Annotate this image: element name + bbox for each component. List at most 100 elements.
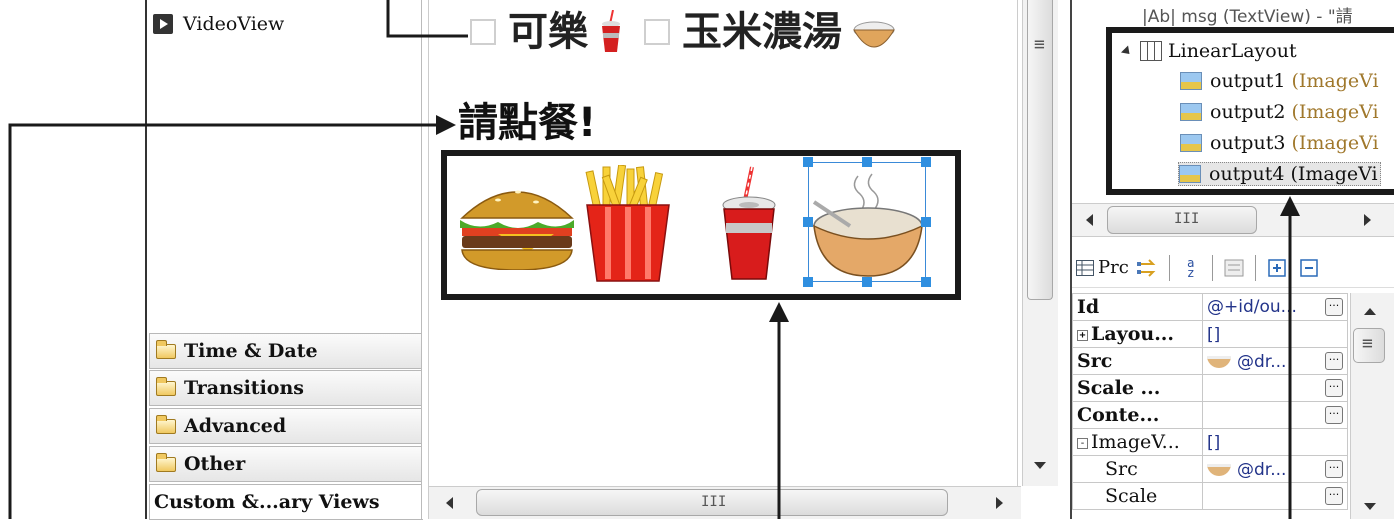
resize-handle[interactable] bbox=[803, 157, 813, 167]
canvas-horizontal-scroll-thumb[interactable]: III bbox=[476, 489, 948, 516]
properties-tab-label: Prc bbox=[1098, 257, 1129, 278]
tree-item-id: output2 bbox=[1210, 101, 1286, 123]
palette-category-advanced[interactable]: Advanced bbox=[149, 408, 423, 444]
palette-item-label: VideoView bbox=[183, 13, 285, 35]
category-label: Custom &...ary Views bbox=[154, 491, 380, 513]
scroll-right-arrow-icon[interactable] bbox=[996, 497, 1003, 509]
imageview-icon bbox=[1180, 103, 1202, 121]
palette-item-videoview[interactable]: VideoView bbox=[153, 13, 284, 35]
tree-item-linearlayout[interactable]: LinearLayout bbox=[1120, 40, 1297, 62]
palette-category-custom-views[interactable]: Custom &...ary Views bbox=[149, 484, 423, 520]
cola-cup-icon[interactable] bbox=[718, 165, 780, 283]
property-value[interactable]: @dr... bbox=[1237, 460, 1286, 480]
resize-handle[interactable] bbox=[862, 277, 872, 287]
properties-tab[interactable]: Prc bbox=[1076, 254, 1129, 282]
toolbar-separator bbox=[1168, 254, 1170, 281]
cola-checkbox[interactable] bbox=[470, 19, 496, 45]
arrows-icon bbox=[1136, 258, 1156, 277]
resize-handle[interactable] bbox=[921, 217, 931, 227]
property-key: Layou... bbox=[1091, 323, 1175, 345]
folder-icon bbox=[156, 452, 176, 472]
scroll-left-arrow-icon[interactable] bbox=[1086, 214, 1093, 226]
canvas-vertical-scroll-thumb[interactable]: ≡ bbox=[1027, 0, 1053, 300]
property-value[interactable]: @+id/ou... bbox=[1207, 297, 1297, 317]
advanced-button[interactable] bbox=[1221, 254, 1247, 282]
tree-item-output2[interactable]: output2 (ImageVi bbox=[1180, 101, 1379, 123]
tree-item-output3[interactable]: output3 (ImageVi bbox=[1180, 132, 1379, 154]
properties-vertical-scroll-thumb[interactable]: ≡ bbox=[1353, 328, 1385, 363]
edit-value-button[interactable]: ··· bbox=[1325, 352, 1343, 370]
edit-value-button[interactable]: ··· bbox=[1325, 487, 1343, 505]
hamburger-icon[interactable] bbox=[458, 178, 576, 270]
edit-value-button[interactable]: ··· bbox=[1325, 460, 1343, 478]
palette-category-time-date[interactable]: Time & Date bbox=[149, 333, 423, 369]
collapse-icon[interactable]: - bbox=[1077, 437, 1088, 449]
edit-value-button[interactable]: ··· bbox=[1325, 298, 1343, 316]
scroll-up-arrow-icon[interactable] bbox=[1364, 308, 1376, 315]
tree-item-id: output1 bbox=[1210, 70, 1286, 92]
tree-item-type: (ImageVi bbox=[1291, 132, 1379, 154]
category-label: Advanced bbox=[184, 415, 287, 437]
property-row-imageview-src[interactable]: Src @dr... ··· bbox=[1072, 455, 1348, 483]
tree-item-output4[interactable]: output4 (ImageVi bbox=[1178, 162, 1381, 186]
property-key: Conte... bbox=[1072, 401, 1203, 429]
outline-tree: LinearLayout output1 (ImageVi output2 (I… bbox=[1106, 27, 1394, 195]
resize-handle[interactable] bbox=[921, 157, 931, 167]
property-row-imageview-group[interactable]: - ImageV... [] bbox=[1072, 428, 1348, 456]
soup-bowl-icon bbox=[1207, 464, 1231, 476]
expand-all-icon bbox=[1268, 258, 1286, 277]
tree-item-type: (ImageVi bbox=[1291, 101, 1379, 123]
resize-handle[interactable] bbox=[803, 277, 813, 287]
property-row-imageview-scale[interactable]: Scale ··· bbox=[1072, 482, 1348, 510]
scroll-grip: ≡ bbox=[1034, 34, 1045, 55]
checkbox-row: 可樂 玉米濃湯 bbox=[470, 10, 896, 54]
property-value[interactable]: @dr... bbox=[1237, 352, 1286, 372]
edit-value-button[interactable]: ··· bbox=[1325, 379, 1343, 397]
palette-category-transitions[interactable]: Transitions bbox=[149, 370, 423, 406]
folder-icon bbox=[156, 339, 176, 359]
selected-imageview-outline[interactable] bbox=[803, 157, 931, 287]
resize-handle[interactable] bbox=[862, 157, 872, 167]
properties-toolbar: Prc a z bbox=[1072, 248, 1394, 288]
expand-all-button[interactable] bbox=[1264, 254, 1290, 282]
property-row-scale-type[interactable]: Scale ... ··· bbox=[1072, 374, 1348, 402]
property-value[interactable]: [] bbox=[1207, 325, 1220, 345]
palette-category-other[interactable]: Other bbox=[149, 446, 423, 482]
scroll-grip: III bbox=[701, 494, 727, 510]
tree-item-id: output3 bbox=[1210, 132, 1286, 154]
category-label: Other bbox=[184, 453, 246, 475]
collapse-all-button[interactable] bbox=[1296, 254, 1322, 282]
outline-horizontal-scroll-thumb[interactable]: III bbox=[1107, 206, 1257, 234]
property-value[interactable]: [] bbox=[1207, 433, 1220, 453]
french-fries-icon[interactable] bbox=[583, 165, 673, 283]
tree-item-output1[interactable]: output1 (ImageVi bbox=[1180, 70, 1379, 92]
properties-table-icon bbox=[1076, 259, 1094, 276]
property-key: Id bbox=[1072, 293, 1203, 321]
outline-partial-row[interactable]: |Ab| msg (TextView) - "請 bbox=[1142, 2, 1353, 27]
scroll-down-arrow-icon[interactable] bbox=[1364, 503, 1376, 510]
show-categories-button[interactable] bbox=[1135, 254, 1161, 282]
property-row-src[interactable]: Src @dr... ··· bbox=[1072, 347, 1348, 375]
property-row-content-description[interactable]: Conte... ··· bbox=[1072, 401, 1348, 429]
scroll-down-arrow-icon[interactable] bbox=[1034, 462, 1046, 469]
resize-handle[interactable] bbox=[803, 217, 813, 227]
resize-handle[interactable] bbox=[921, 277, 931, 287]
toolbar-separator bbox=[1211, 254, 1213, 281]
sort-az-icon: a z bbox=[1187, 255, 1195, 280]
tree-item-label: LinearLayout bbox=[1168, 40, 1297, 62]
scroll-right-arrow-icon[interactable] bbox=[1364, 214, 1371, 226]
corn-soup-checkbox[interactable] bbox=[644, 19, 670, 45]
collapse-arrow-icon[interactable] bbox=[1120, 44, 1134, 58]
properties-vertical-scrollbar[interactable] bbox=[1350, 293, 1394, 519]
property-row-id[interactable]: Id @+id/ou... ··· bbox=[1072, 293, 1348, 321]
sort-button[interactable]: a z bbox=[1178, 254, 1204, 282]
edit-value-button[interactable]: ··· bbox=[1325, 406, 1343, 424]
expand-icon[interactable]: + bbox=[1077, 329, 1088, 341]
collapse-all-icon bbox=[1300, 258, 1318, 277]
order-prompt-text: 請點餐! bbox=[458, 100, 597, 146]
linearlayout-icon bbox=[1140, 41, 1162, 61]
properties-table: Id @+id/ou... ··· + Layou... [] Src @dr...… bbox=[1072, 293, 1348, 510]
folder-icon bbox=[156, 414, 176, 434]
scroll-left-arrow-icon[interactable] bbox=[446, 497, 453, 509]
property-row-layout[interactable]: + Layou... [] bbox=[1072, 320, 1348, 348]
